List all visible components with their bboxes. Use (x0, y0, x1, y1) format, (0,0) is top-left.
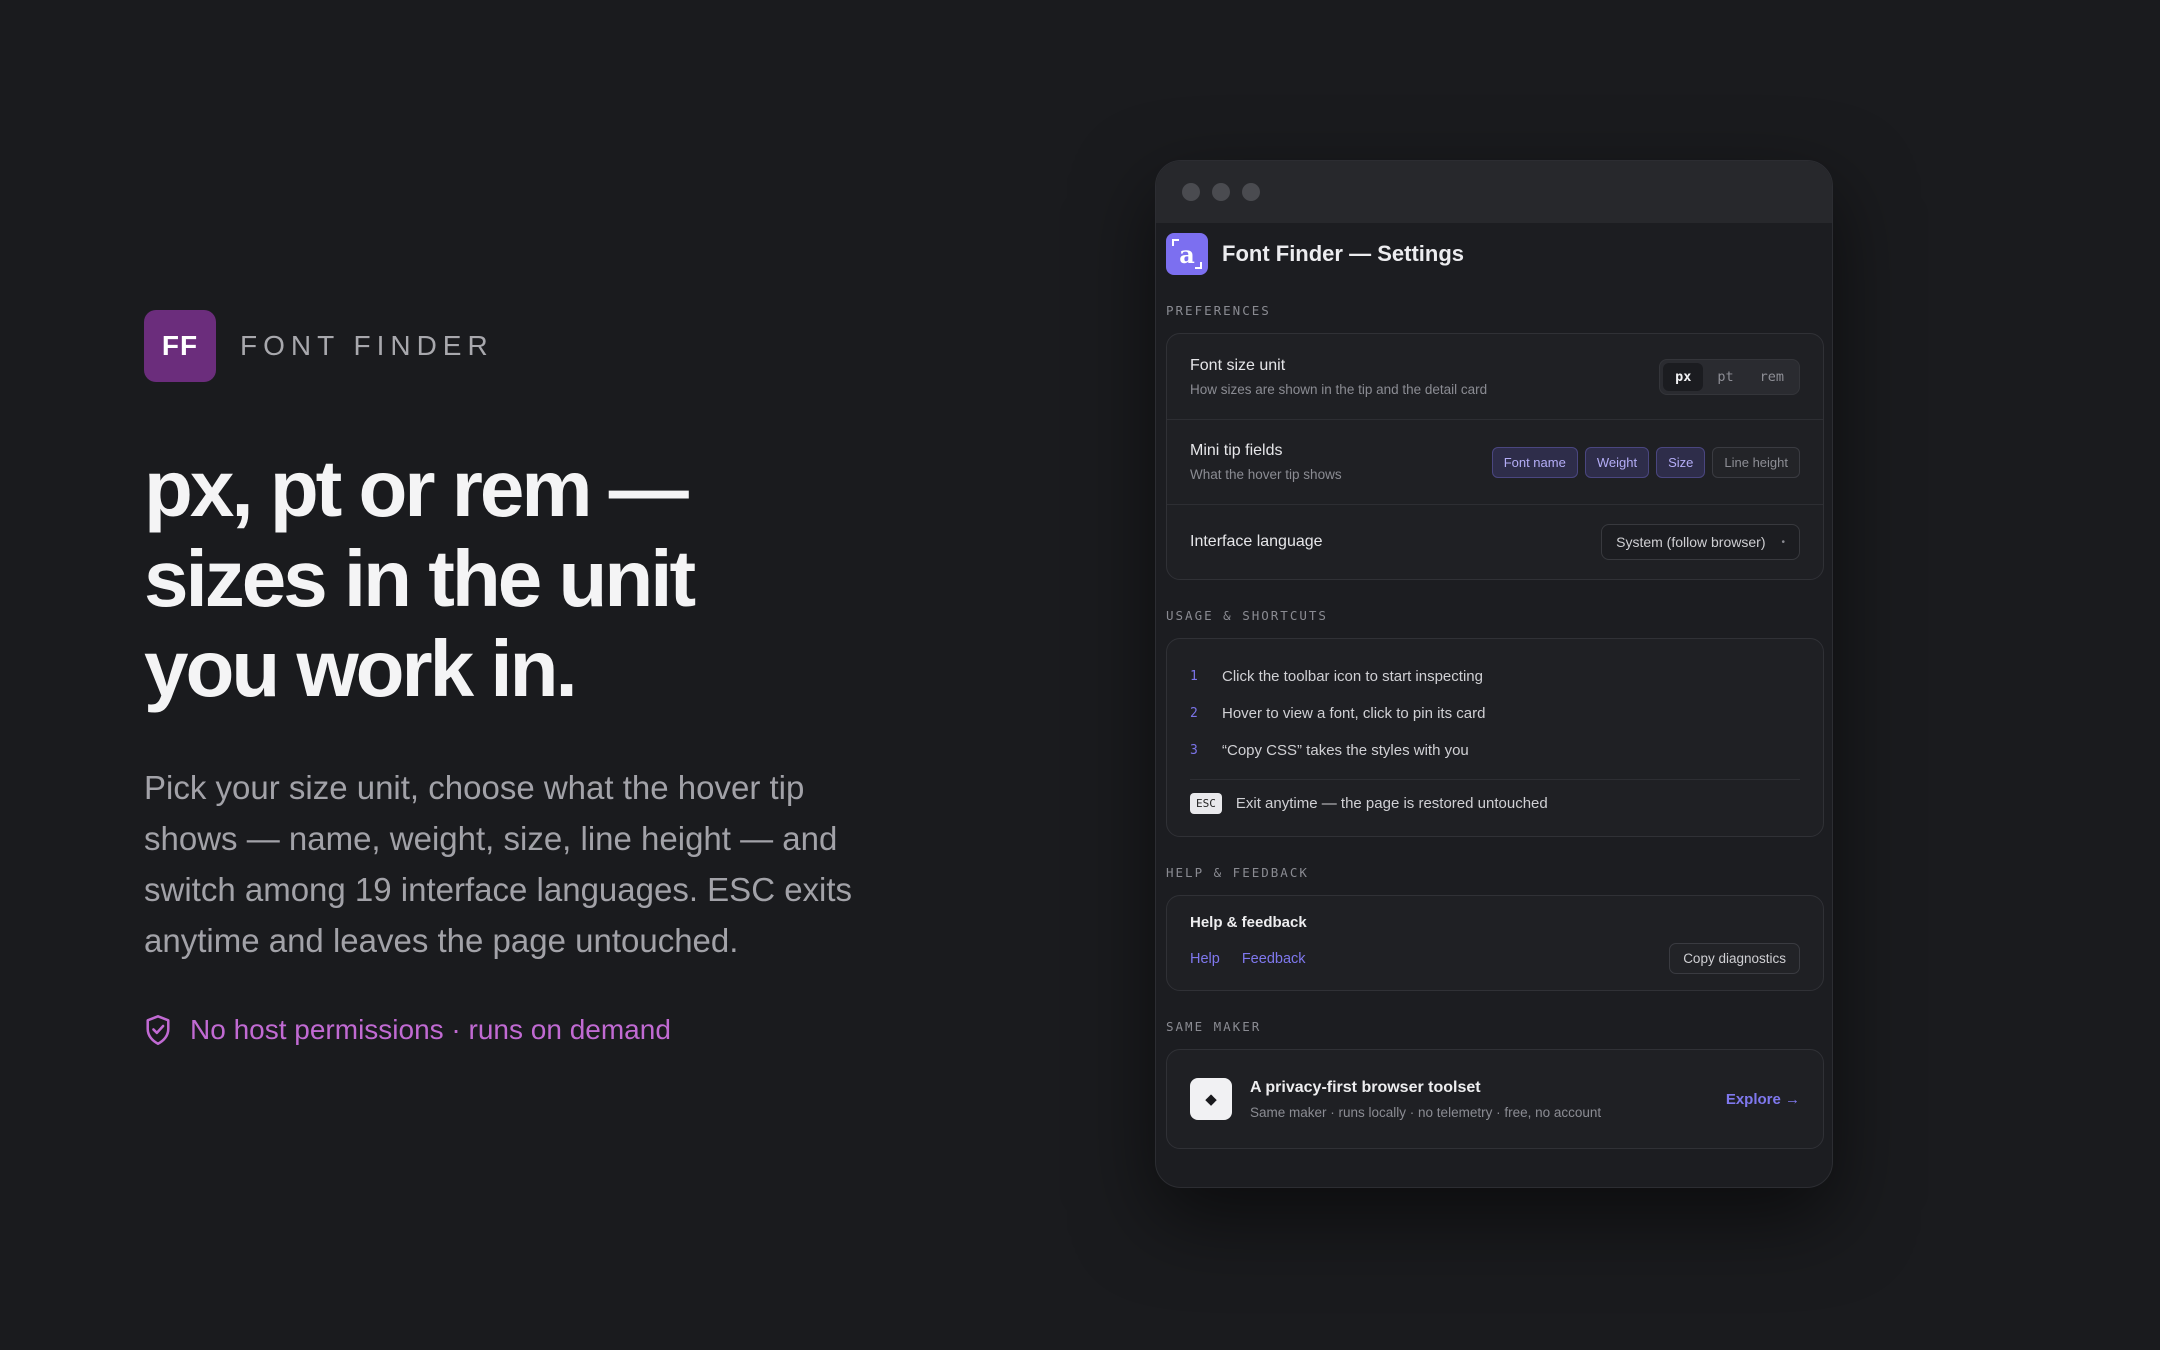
explore-link[interactable]: Explore → (1726, 1091, 1800, 1108)
mini-tip-title: Mini tip fields (1190, 442, 1283, 459)
font-finder-app-icon: a (1166, 233, 1208, 275)
step-number: 1 (1190, 669, 1198, 684)
maker-title: A privacy-first browser toolset (1250, 1078, 1481, 1096)
help-link[interactable]: Help (1190, 951, 1220, 967)
section-label-usage: USAGE & SHORTCUTS (1166, 608, 1328, 623)
mini-tip-subtitle: What the hover tip shows (1190, 467, 1342, 482)
step-text: Click the toolbar icon to start inspecti… (1222, 668, 1483, 685)
section-label-maker: SAME MAKER (1166, 1019, 1262, 1034)
permission-text: No host permissions · runs on demand (190, 1014, 671, 1045)
mini-tip-chips: Font name Weight Size Line height (1491, 446, 1800, 478)
maker-card: ◆ A privacy-first browser toolset Same m… (1166, 1049, 1824, 1149)
brand-name: FONT FINDER (240, 330, 494, 361)
row-interface-language: Interface language System (follow browse… (1167, 505, 1823, 579)
esc-row: ESC Exit anytime — the page is restored … (1190, 779, 1800, 836)
usage-card: 1 Click the toolbar icon to start inspec… (1166, 638, 1824, 837)
step-number: 3 (1190, 743, 1198, 758)
chevron-down-icon: • (1781, 536, 1785, 548)
window-titlebar (1156, 161, 1832, 223)
hero: FF FONT FINDER px, pt or rem — sizes in … (144, 310, 904, 1046)
row-font-size-unit: Font size unit How sizes are shown in th… (1167, 334, 1823, 420)
window-zoom-dot[interactable] (1242, 183, 1260, 201)
window-body: a Font Finder — Settings PREFERENCES Fon… (1156, 223, 1832, 1149)
section-label-help: HELP & FEEDBACK (1166, 865, 1309, 880)
unit-segmented-control: px pt rem (1659, 358, 1800, 395)
section-label-preferences: PREFERENCES (1166, 303, 1271, 318)
language-select-value: System (follow browser) (1616, 534, 1766, 550)
diamond-icon: ◆ (1190, 1078, 1232, 1120)
preferences-card: Font size unit How sizes are shown in th… (1166, 333, 1824, 580)
interface-language-title: Interface language (1190, 533, 1323, 550)
permission-note: No host permissions · runs on demand (144, 1014, 904, 1046)
esc-text: Exit anytime — the page is restored unto… (1235, 795, 1548, 812)
app-title: Font Finder — Settings (1222, 241, 1464, 266)
list-item: 3 “Copy CSS” takes the styles with you (1190, 732, 1800, 769)
chip-font-name[interactable]: Font name (1491, 446, 1578, 478)
help-card: Help & feedback Help Feedback Copy diagn… (1166, 895, 1824, 991)
brand-logo: FF (144, 310, 216, 382)
font-size-unit-subtitle: How sizes are shown in the tip and the d… (1190, 381, 1488, 397)
copy-diagnostics-button[interactable]: Copy diagnostics (1669, 943, 1800, 974)
window-minimize-dot[interactable] (1212, 183, 1230, 201)
headline: px, pt or rem — sizes in the unit you wo… (144, 444, 696, 713)
esc-key-badge: ESC (1190, 793, 1222, 814)
chip-weight[interactable]: Weight (1584, 446, 1650, 478)
feedback-link[interactable]: Feedback (1242, 951, 1306, 967)
list-item: 2 Hover to view a font, click to pin its… (1190, 695, 1800, 732)
font-size-unit-title: Font size unit (1190, 356, 1286, 374)
help-title: Help & feedback (1190, 914, 1307, 931)
unit-option-px[interactable]: px (1663, 362, 1704, 391)
unit-option-rem[interactable]: rem (1748, 363, 1796, 391)
step-text: “Copy CSS” takes the styles with you (1222, 742, 1469, 759)
maker-subtitle: Same maker · runs locally · no telemetry… (1250, 1104, 1602, 1120)
language-select[interactable]: System (follow browser) • (1601, 524, 1800, 560)
list-item: 1 Click the toolbar icon to start inspec… (1190, 658, 1800, 695)
usage-steps: 1 Click the toolbar icon to start inspec… (1167, 639, 1823, 836)
step-text: Hover to view a font, click to pin its c… (1222, 705, 1486, 722)
chip-line-height[interactable]: Line height (1712, 446, 1800, 478)
chip-size[interactable]: Size (1656, 446, 1706, 478)
row-mini-tip-fields: Mini tip fields What the hover tip shows… (1167, 420, 1823, 505)
unit-option-pt[interactable]: pt (1705, 363, 1745, 391)
settings-window: a Font Finder — Settings PREFERENCES Fon… (1155, 160, 1833, 1188)
brand: FF FONT FINDER (144, 310, 904, 382)
lede: Pick your size unit, choose what the hov… (144, 769, 853, 959)
window-close-dot[interactable] (1182, 183, 1200, 201)
step-number: 2 (1190, 706, 1198, 721)
shield-check-icon (146, 1015, 170, 1045)
app-header: a Font Finder — Settings (1166, 233, 1822, 275)
